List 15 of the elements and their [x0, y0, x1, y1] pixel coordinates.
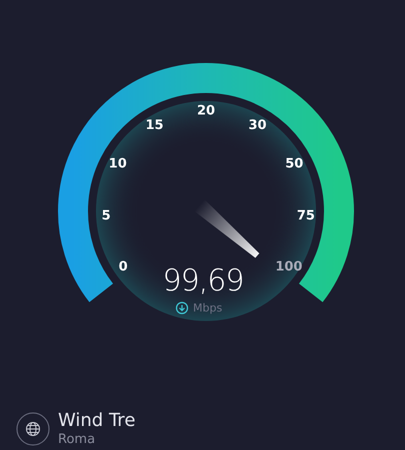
- gauge-tick-label: 5: [102, 208, 111, 224]
- gauge-tick-label: 75: [296, 208, 315, 224]
- gauge-tick-label: 15: [145, 118, 164, 133]
- speed-value: 99,69: [162, 264, 244, 298]
- provider-location: Roma: [58, 432, 96, 448]
- gauge-tick-label: 20: [196, 104, 216, 118]
- gauge-tick-label: 0: [118, 259, 128, 274]
- gauge-tick-label: 10: [108, 156, 127, 172]
- globe-icon: [16, 412, 50, 446]
- speed-unit: Mbps: [193, 302, 222, 314]
- download-icon: [176, 302, 188, 314]
- gauge-tick-label: 100: [275, 259, 302, 274]
- gauge-tick-label: 30: [248, 118, 267, 133]
- provider-name: Wind Tre: [58, 410, 136, 432]
- gauge-tick-label: 50: [285, 156, 304, 172]
